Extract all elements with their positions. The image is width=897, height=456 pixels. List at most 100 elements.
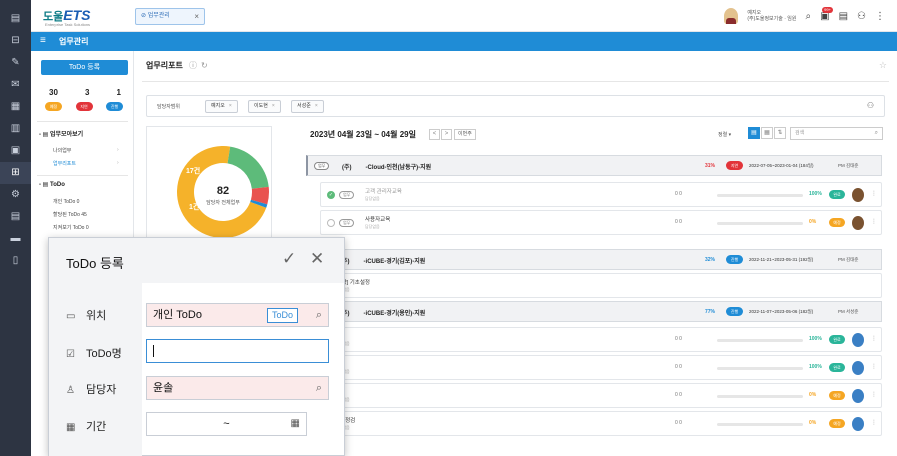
- open-tab-task[interactable]: ⊘ 업무관리 ×: [135, 8, 205, 25]
- sort-order-icon[interactable]: ⇅: [774, 127, 786, 139]
- task-name[interactable]: 고객 관리자교육: [365, 187, 402, 195]
- section-todo[interactable]: - ▤ ToDo: [39, 181, 65, 188]
- rail-calendar-icon[interactable]: ▦: [0, 96, 31, 118]
- more-menu-icon[interactable]: ⋮: [871, 363, 877, 370]
- calendar-check-icon: ☑: [66, 349, 75, 360]
- remove-chip-icon[interactable]: ×: [315, 103, 318, 109]
- project-row[interactable]: 주) -iCUBE-경기(용인)-지원 77% 진행 2022-11-07~2023-0…: [306, 301, 882, 322]
- assignee-avatar[interactable]: [852, 389, 864, 403]
- pill-delayed[interactable]: 지연: [75, 102, 93, 111]
- task-type-tag: 업무: [339, 219, 355, 227]
- rail-schedule-icon[interactable]: ▥: [0, 118, 31, 140]
- search-icon[interactable]: ⌕: [806, 11, 812, 22]
- grid-view-icon[interactable]: ▦: [761, 127, 773, 139]
- more-menu-icon[interactable]: ⋮: [871, 391, 877, 398]
- calendar-icon[interactable]: ▦: [291, 413, 300, 435]
- project-name[interactable]: 주) -iCUBE-경기(김포)-지원: [342, 256, 425, 265]
- todo-register-button[interactable]: ToDo 등록: [41, 60, 128, 75]
- search-icon[interactable]: ⌕: [875, 128, 878, 139]
- assignee-chip[interactable]: 서성준 ×: [291, 100, 324, 113]
- info-icon[interactable]: ⓘ: [187, 61, 197, 70]
- task-row[interactable]: 인사담당없음0 0100%완료⋮: [320, 355, 882, 380]
- task-name[interactable]: 사용자교육: [365, 215, 390, 223]
- refresh-icon[interactable]: ↻: [201, 61, 208, 70]
- task-comment-count: 0 0: [675, 219, 682, 225]
- rail-home-icon[interactable]: ▤: [0, 8, 31, 30]
- close-icon[interactable]: ✕: [310, 249, 324, 269]
- more-menu-icon[interactable]: ⋮: [871, 190, 877, 197]
- rail-print-icon[interactable]: ▬: [0, 228, 31, 250]
- search-icon[interactable]: ⌕: [316, 377, 322, 399]
- favorite-star-icon[interactable]: ☆: [879, 60, 887, 71]
- rail-archive-icon[interactable]: ▯: [0, 250, 31, 272]
- rail-settings-icon[interactable]: ⚙: [0, 184, 31, 206]
- close-tab-icon[interactable]: ×: [194, 9, 199, 24]
- task-row[interactable]: 원가담당없음0 00%예정⋮: [320, 383, 882, 408]
- count-scheduled[interactable]: 30: [49, 88, 58, 97]
- count-progress[interactable]: 1: [117, 88, 121, 97]
- sidebar-item-watching-todo[interactable]: 지켜보기 ToDo 0: [53, 224, 89, 231]
- sidebar-item-my-tasks[interactable]: 나의업무 ›: [53, 147, 119, 154]
- module-header: ≡ 업무관리: [31, 32, 897, 51]
- task-check-icon[interactable]: [327, 219, 335, 227]
- task-row[interactable]: [용량] 기초설정담당없음: [320, 273, 882, 298]
- prev-week-button[interactable]: <: [429, 129, 440, 140]
- this-week-button[interactable]: 이번주: [454, 129, 476, 140]
- rail-board-icon[interactable]: ▤: [0, 206, 31, 228]
- task-row[interactable]: 현장정검담당없음0 00%예정⋮: [320, 411, 882, 436]
- list-view-icon[interactable]: ▤: [748, 127, 760, 139]
- search-input[interactable]: 검색 ⌕: [790, 127, 883, 140]
- remove-chip-icon[interactable]: ×: [229, 103, 232, 109]
- task-row[interactable]: 회계담당없음0 0100%완료⋮: [320, 327, 882, 352]
- confirm-check-icon[interactable]: ✓: [282, 249, 296, 269]
- more-menu-icon[interactable]: ⋮: [871, 335, 877, 342]
- assignee-chip[interactable]: 예지오 ×: [205, 100, 238, 113]
- todo-type-tag[interactable]: ToDo: [267, 308, 299, 323]
- pill-progress[interactable]: 진행: [106, 102, 123, 111]
- assignee-avatar[interactable]: [852, 216, 864, 230]
- assignee-avatar[interactable]: [852, 417, 864, 431]
- sidebar-item-assigned-todo[interactable]: 할당된 ToDo 45: [53, 211, 87, 218]
- more-menu-icon[interactable]: ⋮: [871, 218, 877, 225]
- todo-name-input[interactable]: [146, 339, 329, 363]
- task-row[interactable]: 업무 사용자교육 담당없음 0 0 0% 예정 ⋮: [320, 210, 882, 235]
- org-chart-icon[interactable]: ⚇: [857, 11, 866, 22]
- remove-chip-icon[interactable]: ×: [272, 103, 275, 109]
- rail-task-icon[interactable]: ⊞: [0, 162, 31, 184]
- user-avatar[interactable]: [724, 8, 739, 24]
- memo-icon[interactable]: ▤: [839, 11, 848, 22]
- notification-icon[interactable]: ▣ 99+: [820, 6, 833, 22]
- rail-org-icon[interactable]: ⊟: [0, 30, 31, 52]
- period-field[interactable]: ~ ▦: [146, 412, 307, 436]
- task-row[interactable]: ✓ 업무 고객 관리자교육 담당없음 0 0 100% 완료 ⋮: [320, 182, 882, 207]
- more-menu-icon[interactable]: ⋮: [871, 419, 877, 426]
- task-check-icon[interactable]: ✓: [327, 191, 335, 199]
- hamburger-icon[interactable]: ≡: [40, 35, 46, 46]
- project-name[interactable]: (주) -Cloud-인천(남동구)-지원: [342, 162, 431, 171]
- pill-scheduled[interactable]: 예정: [45, 102, 62, 111]
- location-field[interactable]: 개인 ToDo ToDo ⌕: [146, 303, 329, 327]
- rail-write-icon[interactable]: ✎: [0, 52, 31, 74]
- assignee-avatar[interactable]: [852, 188, 864, 202]
- project-row[interactable]: 업무 (주) -Cloud-인천(남동구)-지원 31% 지연 2022-07-05~20…: [306, 155, 882, 176]
- more-menu-icon[interactable]: ⋮: [875, 11, 885, 22]
- assignee-avatar[interactable]: [852, 333, 864, 347]
- org-select-icon[interactable]: ⚇: [867, 101, 874, 110]
- assignee-chip[interactable]: 이도현 ×: [248, 100, 281, 113]
- rail-doc-icon[interactable]: ▣: [0, 140, 31, 162]
- sidebar-item-personal-todo[interactable]: 개인 ToDo 0: [53, 198, 79, 205]
- project-name[interactable]: 주) -iCUBE-경기(용인)-지원: [342, 308, 425, 317]
- assignee-avatar[interactable]: [852, 361, 864, 375]
- sidebar-item-task-report[interactable]: 업무리포트 ›: [53, 160, 119, 167]
- count-delayed[interactable]: 3: [85, 88, 89, 97]
- next-week-button[interactable]: >: [441, 129, 452, 140]
- sidebar-item-label: 업무리포트: [53, 161, 77, 167]
- rail-mail-icon[interactable]: ✉: [0, 74, 31, 96]
- assignee-field[interactable]: 윤솔 ⌕: [146, 376, 329, 400]
- section-task-overview[interactable]: - ▤ 업무모아보기: [39, 129, 83, 138]
- sort-select[interactable]: 정렬 ▾: [718, 131, 731, 138]
- project-row[interactable]: 주) -iCUBE-경기(김포)-지원 32% 진행 2022-11-21~2023-0…: [306, 249, 882, 270]
- donut-slice[interactable]: [227, 146, 269, 189]
- user-info[interactable]: 예지오 (주)도울정보기술 · 임원: [747, 10, 796, 22]
- search-icon[interactable]: ⌕: [316, 304, 322, 326]
